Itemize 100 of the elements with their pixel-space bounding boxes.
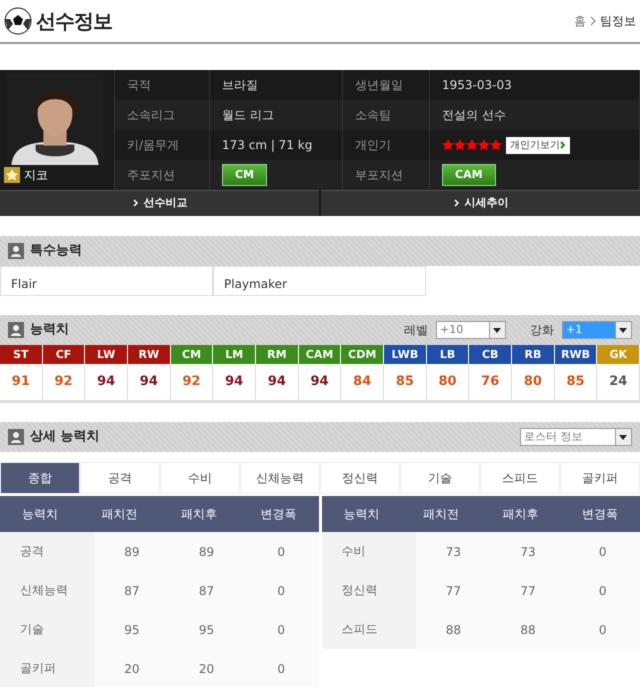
trait-cell: Flair (0, 266, 213, 296)
table-cell: 스피드 (322, 610, 416, 649)
select-label: 레벨 (404, 322, 428, 339)
position-header: CDM (341, 345, 384, 364)
category-tab[interactable]: 신체능력 (240, 462, 320, 494)
roster-select[interactable]: 로스터 정보 (520, 428, 632, 446)
category-tab[interactable]: 종합 (0, 462, 80, 494)
field-label: 주포지션 (115, 160, 210, 190)
table-cell-text: 0 (598, 544, 608, 560)
category-tab[interactable]: 기술 (400, 462, 480, 494)
position-header: CB (469, 345, 512, 364)
column-header: 패치전 (100, 506, 138, 523)
person-icon (8, 322, 24, 338)
category-tab[interactable]: 정신력 (320, 462, 400, 494)
table-cell: 공격 (0, 532, 95, 571)
player-name: 지코 (24, 167, 48, 184)
page-title: 선수정보 (36, 8, 112, 35)
star-icon (442, 139, 454, 151)
category-tab[interactable]: 공격 (80, 462, 160, 494)
select-label: 강화 (530, 322, 554, 339)
position-rating: 92 (42, 364, 86, 400)
position-rating: 76 (469, 364, 512, 400)
table-cell-text: 20 (123, 660, 141, 678)
position-header: RW (128, 345, 171, 364)
position-header: RWB (554, 345, 598, 364)
table-cell-text: 87 (123, 582, 141, 600)
table-cell-text: 20 (198, 660, 216, 678)
position-header: LB (426, 345, 470, 364)
star-icon (490, 139, 502, 151)
field-value: 월드 리그 (210, 100, 343, 130)
table-cell-text: 89 (198, 544, 216, 560)
column-header: 패치후 (180, 506, 218, 523)
table-cell-text: 87 (198, 582, 216, 600)
position-header: CAM (298, 345, 342, 364)
chevron-icon (590, 16, 596, 26)
compare-button[interactable]: 시세추이 (321, 190, 640, 216)
column-header: 변경폭 (581, 506, 620, 523)
breadcrumb-link[interactable]: 홈 (574, 12, 586, 30)
position-rating: 80 (426, 364, 470, 400)
table-cell-text: 77 (444, 582, 462, 600)
column-header: 변경폭 (260, 506, 298, 523)
table-cell-text: 88 (444, 622, 462, 638)
table-cell-text: 0 (276, 622, 286, 638)
position-rating: 84 (341, 364, 384, 400)
category-tab[interactable]: 수비 (160, 462, 240, 494)
table-cell-text: 0 (598, 582, 608, 600)
position-header: CM (170, 345, 214, 364)
position-rating: 94 (213, 364, 256, 400)
position-header: CF (42, 345, 86, 364)
soccer-ball-icon (4, 7, 32, 35)
column-header: 패치전 (422, 506, 460, 523)
table-cell-text: 88 (519, 622, 537, 638)
breadcrumb-link[interactable]: 팀정보 (600, 12, 636, 30)
table-cell: 수비 (322, 532, 416, 571)
position-rating: 80 (512, 364, 555, 400)
table-cell-text: 0 (276, 660, 286, 678)
position-badge: CAM (442, 164, 496, 186)
person-icon (8, 429, 24, 445)
position-header: RM (256, 345, 299, 364)
position-rating: 85 (554, 364, 598, 400)
star-icon (478, 139, 490, 151)
section-title: 능력치 (30, 321, 69, 340)
section-title: 상세 능력치 (30, 428, 100, 446)
position-header: GK (597, 345, 640, 364)
position-rating: 24 (597, 364, 640, 400)
star-icon (466, 139, 478, 151)
person-icon (8, 243, 24, 259)
position-header: ST (0, 345, 43, 364)
field-label: 소속리그 (115, 100, 210, 130)
field-label: 부포지션 (343, 160, 430, 190)
column-header: 패치후 (502, 506, 540, 523)
position-badge: CM (222, 164, 268, 186)
position-rating: 94 (298, 364, 342, 400)
position-header: LW (85, 345, 128, 364)
position-rating: 92 (170, 364, 214, 400)
table-cell: 신체능력 (0, 571, 95, 610)
table-cell-text: 0 (276, 582, 286, 600)
chevron-icon (132, 199, 140, 208)
compare-button[interactable]: 선수비교 (0, 190, 319, 216)
position-header: RB (512, 345, 555, 364)
level-select[interactable]: +10 (436, 321, 506, 339)
position-rating: 94 (256, 364, 299, 400)
section-title: 특수능력 (30, 242, 82, 260)
view-skills-button[interactable]: 개인기보기 (506, 136, 570, 154)
table-cell-text: 73 (444, 544, 462, 560)
category-tab[interactable]: 스피드 (480, 462, 560, 494)
table-cell-text: 89 (123, 544, 141, 560)
chevron-icon (452, 199, 461, 208)
table-cell: 골키퍼 (0, 649, 95, 687)
table-cell-text: 0 (598, 622, 608, 638)
position-header: LWB (384, 345, 427, 364)
column-header: 능력치 (20, 506, 59, 523)
category-tab[interactable]: 골키퍼 (560, 462, 640, 494)
star-icon (4, 167, 20, 183)
table-cell-text: 73 (519, 544, 537, 560)
table-cell-text: 0 (276, 544, 286, 560)
chevron-icon (560, 140, 566, 149)
column-header: 능력치 (342, 506, 380, 523)
table-cell-text: 95 (123, 622, 141, 638)
position-header: LM (213, 345, 256, 364)
